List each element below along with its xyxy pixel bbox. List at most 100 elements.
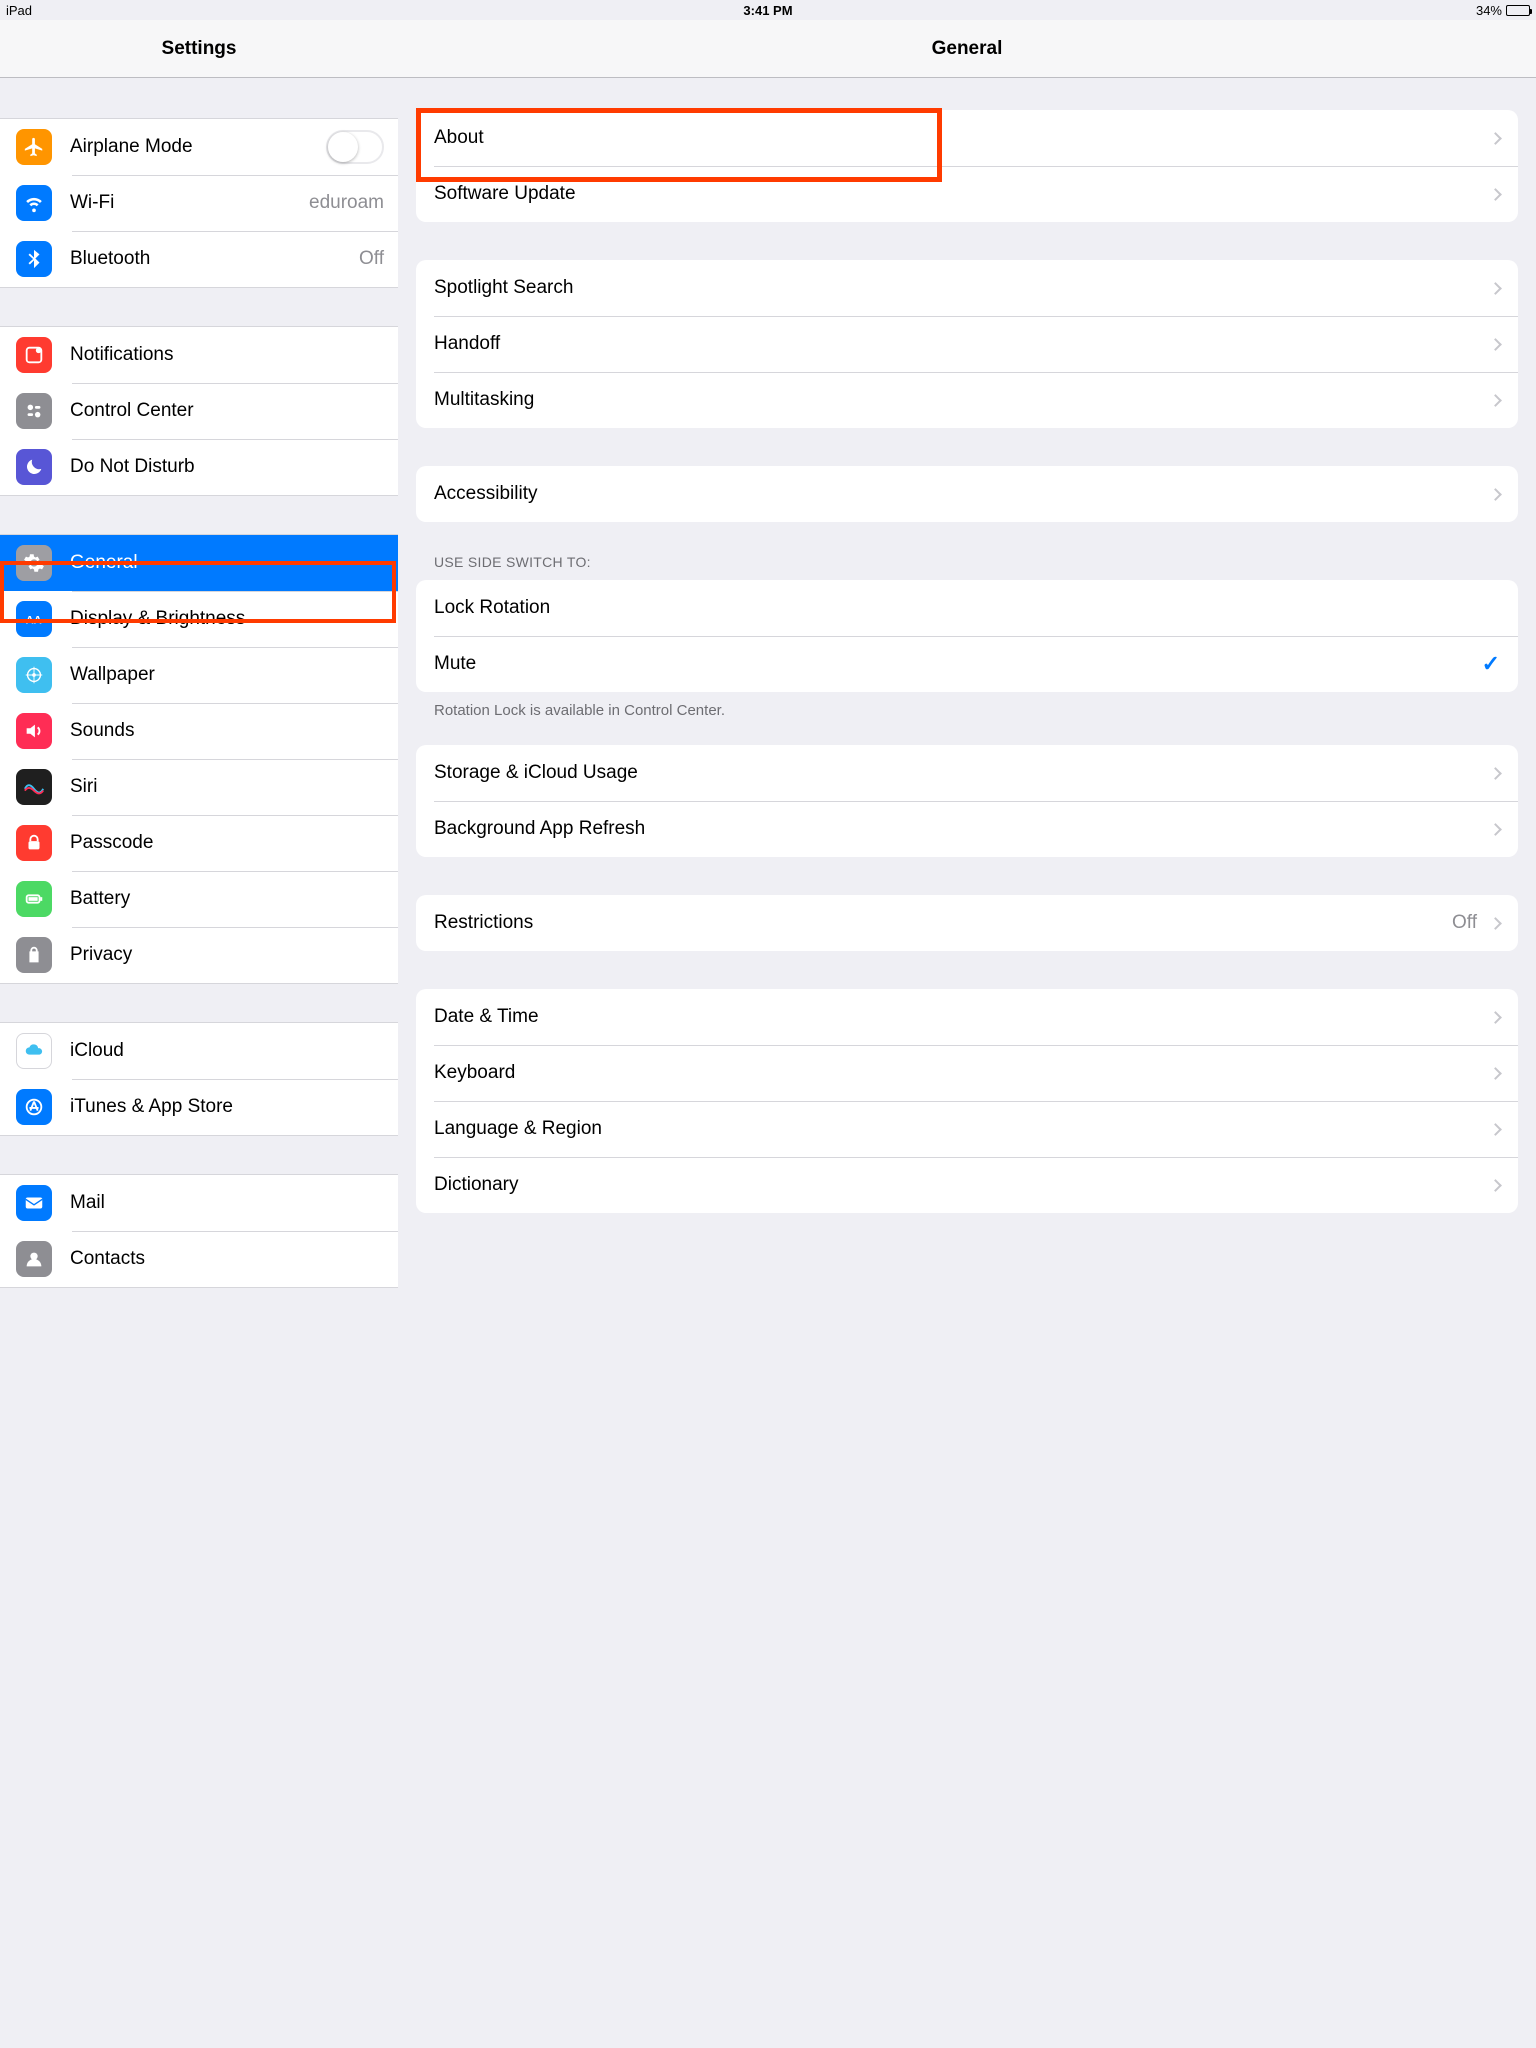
battery-percent: 34% (1476, 3, 1502, 18)
detail-row-restrictions[interactable]: Restrictions Off (416, 895, 1518, 951)
lock-icon (16, 825, 52, 861)
detail-row-lock-rotation[interactable]: Lock Rotation (416, 580, 1518, 636)
detail-row-label: Handoff (434, 333, 1485, 355)
detail-row-label: Language & Region (434, 1118, 1485, 1140)
sidebar-item-wifi[interactable]: Wi-Fi eduroam (0, 175, 398, 231)
svg-text:AA: AA (26, 615, 42, 627)
sounds-icon (16, 713, 52, 749)
airplane-toggle[interactable] (326, 130, 384, 164)
display-icon: AA (16, 601, 52, 637)
sidebar-item-control-center[interactable]: Control Center (0, 383, 398, 439)
detail-row-about[interactable]: About (416, 110, 1518, 166)
detail-row-label: Mute (434, 653, 1482, 675)
detail-row-multitasking[interactable]: Multitasking (416, 372, 1518, 428)
detail-row-spotlight[interactable]: Spotlight Search (416, 260, 1518, 316)
privacy-icon (16, 937, 52, 973)
sidebar-item-label: Control Center (70, 400, 384, 422)
sidebar-item-label: General (70, 552, 384, 574)
sidebar-item-bluetooth[interactable]: Bluetooth Off (0, 231, 398, 287)
detail-row-storage[interactable]: Storage & iCloud Usage (416, 745, 1518, 801)
bluetooth-value: Off (359, 248, 384, 270)
detail-row-software-update[interactable]: Software Update (416, 166, 1518, 222)
sidebar-item-label: Siri (70, 776, 384, 798)
sidebar-item-appstore[interactable]: iTunes & App Store (0, 1079, 398, 1135)
sidebar-item-label: Bluetooth (70, 248, 359, 270)
sidebar-item-sounds[interactable]: Sounds (0, 703, 398, 759)
settings-sidebar: Settings Airplane Mode Wi-Fi eduroam Blu… (0, 20, 398, 2048)
sidebar-item-icloud[interactable]: iCloud (0, 1023, 398, 1079)
detail-row-label: Dictionary (434, 1174, 1485, 1196)
detail-row-value: Off (1452, 912, 1477, 934)
sidebar-group: Mail Contacts (0, 1174, 398, 1288)
sidebar-item-wallpaper[interactable]: Wallpaper (0, 647, 398, 703)
detail-row-label: Spotlight Search (434, 277, 1485, 299)
detail-group: Accessibility (416, 466, 1518, 522)
detail-row-language-region[interactable]: Language & Region (416, 1101, 1518, 1157)
sidebar-item-label: iCloud (70, 1040, 384, 1062)
detail-group: Storage & iCloud Usage Background App Re… (416, 745, 1518, 857)
wifi-icon (16, 185, 52, 221)
bluetooth-icon (16, 241, 52, 277)
sidebar-item-battery[interactable]: Battery (0, 871, 398, 927)
contacts-icon (16, 1241, 52, 1277)
sidebar-item-display[interactable]: AA Display & Brightness (0, 591, 398, 647)
sidebar-item-airplane-mode[interactable]: Airplane Mode (0, 119, 398, 175)
battery-icon (16, 881, 52, 917)
chevron-right-icon (1489, 394, 1502, 407)
detail-row-label: Multitasking (434, 389, 1485, 411)
detail-row-label: Restrictions (434, 912, 1452, 934)
sidebar-group: Airplane Mode Wi-Fi eduroam Bluetooth Of… (0, 118, 398, 288)
siri-icon (16, 769, 52, 805)
detail-row-label: Accessibility (434, 483, 1485, 505)
detail-row-handoff[interactable]: Handoff (416, 316, 1518, 372)
detail-row-label: About (434, 127, 1485, 149)
sidebar-item-label: Sounds (70, 720, 384, 742)
sidebar-item-do-not-disturb[interactable]: Do Not Disturb (0, 439, 398, 495)
detail-row-label: Software Update (434, 183, 1485, 205)
chevron-right-icon (1489, 823, 1502, 836)
sidebar-item-contacts[interactable]: Contacts (0, 1231, 398, 1287)
sidebar-group: Notifications Control Center Do Not Dist… (0, 326, 398, 496)
detail-group: Lock Rotation Mute ✓ (416, 580, 1518, 692)
chevron-right-icon (1489, 488, 1502, 501)
detail-row-label: Lock Rotation (434, 597, 1500, 619)
sidebar-item-label: Passcode (70, 832, 384, 854)
moon-icon (16, 449, 52, 485)
chevron-right-icon (1489, 1123, 1502, 1136)
detail-row-keyboard[interactable]: Keyboard (416, 1045, 1518, 1101)
sidebar-item-label: Airplane Mode (70, 136, 326, 158)
sidebar-group: General AA Display & Brightness Wallpape… (0, 534, 398, 984)
sidebar-item-passcode[interactable]: Passcode (0, 815, 398, 871)
chevron-right-icon (1489, 1067, 1502, 1080)
section-header: USE SIDE SWITCH TO: (434, 554, 1500, 570)
appstore-icon (16, 1089, 52, 1125)
sidebar-item-general[interactable]: General (0, 535, 398, 591)
detail-row-mute[interactable]: Mute ✓ (416, 636, 1518, 692)
sidebar-item-notifications[interactable]: Notifications (0, 327, 398, 383)
status-bar: iPad 3:41 PM 34% (0, 0, 1536, 20)
wifi-value: eduroam (309, 192, 384, 214)
control-center-icon (16, 393, 52, 429)
mail-icon (16, 1185, 52, 1221)
wallpaper-icon (16, 657, 52, 693)
gear-icon (16, 545, 52, 581)
airplane-icon (16, 129, 52, 165)
detail-row-date-time[interactable]: Date & Time (416, 989, 1518, 1045)
sidebar-item-label: Wi-Fi (70, 192, 309, 214)
detail-row-label: Storage & iCloud Usage (434, 762, 1485, 784)
sidebar-item-label: iTunes & App Store (70, 1096, 384, 1118)
detail-row-background-refresh[interactable]: Background App Refresh (416, 801, 1518, 857)
chevron-right-icon (1489, 132, 1502, 145)
sidebar-item-privacy[interactable]: Privacy (0, 927, 398, 983)
sidebar-item-siri[interactable]: Siri (0, 759, 398, 815)
sidebar-item-label: Display & Brightness (70, 608, 384, 630)
detail-row-accessibility[interactable]: Accessibility (416, 466, 1518, 522)
sidebar-title: Settings (0, 20, 398, 78)
sidebar-item-label: Battery (70, 888, 384, 910)
sidebar-group: iCloud iTunes & App Store (0, 1022, 398, 1136)
sidebar-item-mail[interactable]: Mail (0, 1175, 398, 1231)
detail-group: Restrictions Off (416, 895, 1518, 951)
detail-group: About Software Update (416, 110, 1518, 222)
detail-row-dictionary[interactable]: Dictionary (416, 1157, 1518, 1213)
section-footer: Rotation Lock is available in Control Ce… (434, 702, 1500, 719)
